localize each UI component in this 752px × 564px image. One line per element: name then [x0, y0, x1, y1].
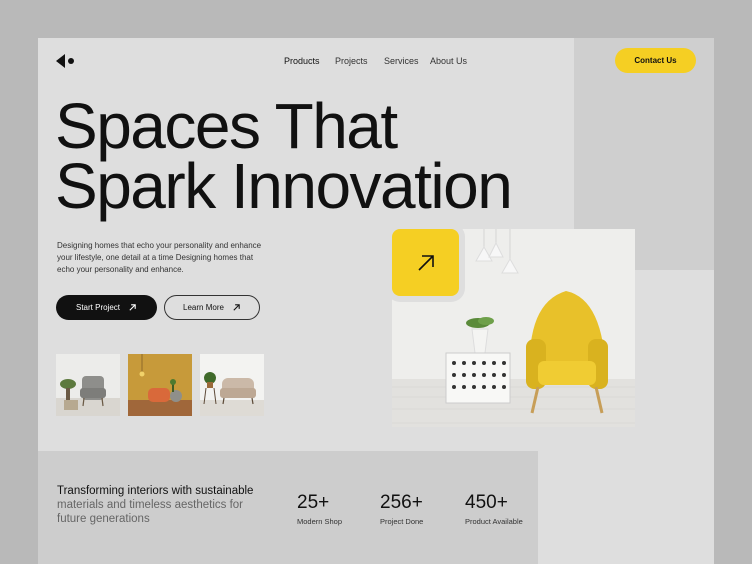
thumbnail-orange-sofa[interactable] — [128, 354, 192, 416]
nav-item-services[interactable]: Services — [384, 56, 419, 66]
nav-item-products[interactable]: Products — [284, 56, 320, 66]
stat-label: Project Done — [380, 517, 424, 526]
arrow-up-right-icon — [233, 304, 240, 311]
stat-project-done: 256+ Project Done — [380, 492, 423, 526]
hero-title-line2: Spark Innovation — [55, 150, 513, 222]
arrow-up-right-icon — [129, 304, 136, 311]
learn-more-label: Learn More — [183, 303, 224, 312]
logo-icon[interactable] — [56, 54, 76, 68]
nav-item-about[interactable]: About Us — [430, 56, 467, 66]
arrow-card-button[interactable] — [392, 229, 459, 296]
stat-label: Product Available — [465, 517, 523, 526]
contact-button[interactable]: Contact Us — [615, 48, 696, 73]
learn-more-button[interactable]: Learn More — [164, 295, 260, 320]
thumbnail-grey-armchair[interactable] — [56, 354, 120, 416]
start-project-button[interactable]: Start Project — [56, 295, 157, 320]
stat-value: 256+ — [380, 492, 423, 513]
stat-product-available: 450+ Product Available — [465, 492, 523, 526]
hero-title: Spaces That Spark Innovation — [55, 94, 575, 218]
tagline-strong: Transforming interiors with sustainable — [57, 485, 254, 497]
stat-value: 25+ — [297, 492, 330, 513]
start-project-label: Start Project — [75, 303, 120, 312]
stat-value: 450+ — [465, 492, 508, 513]
stat-label: Modern Shop — [297, 517, 343, 526]
thumbnail-beige-loveseat[interactable] — [200, 354, 264, 416]
stat-modern-shop: 25+ Modern Shop — [297, 492, 342, 526]
tagline: Transforming interiors with sustainable … — [57, 484, 257, 526]
hero-description: Designing homes that echo your personali… — [57, 241, 262, 274]
nav-item-projects[interactable]: Projects — [335, 56, 368, 66]
tagline-muted: materials and timeless aesthetics for fu… — [57, 499, 243, 525]
arrow-up-right-icon — [417, 254, 434, 271]
